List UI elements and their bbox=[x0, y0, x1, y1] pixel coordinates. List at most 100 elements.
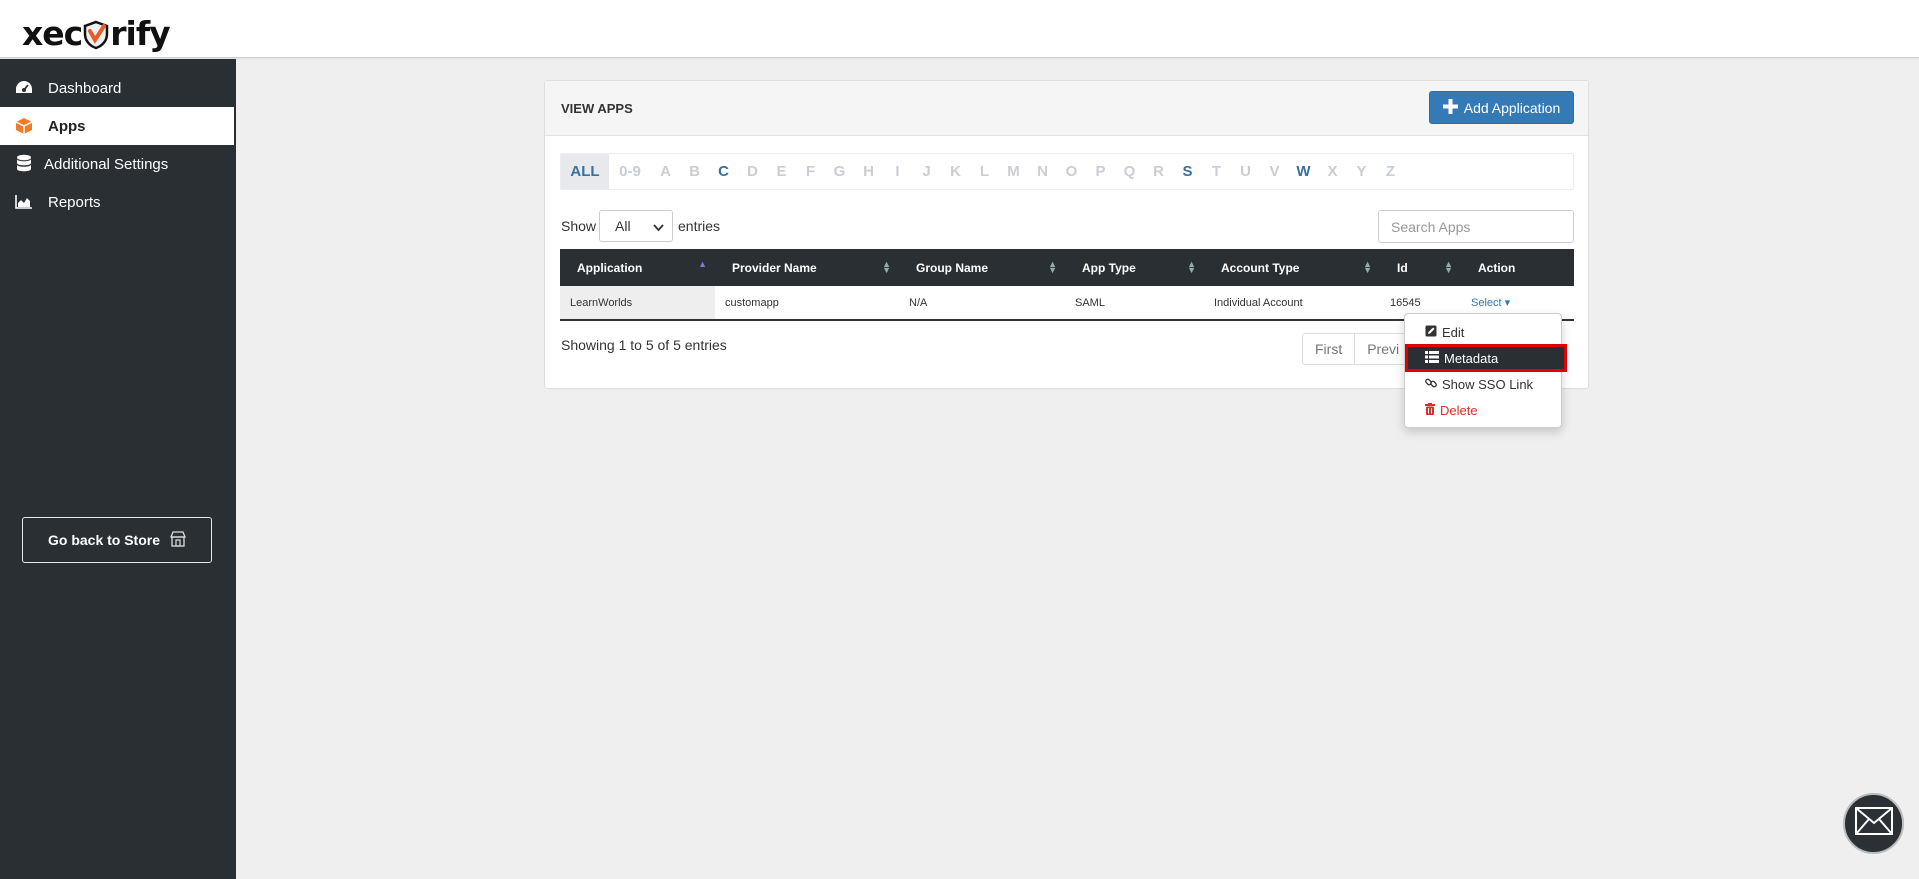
sort-icon: ▲▼ bbox=[1444, 261, 1453, 273]
table-info: Showing 1 to 5 of 5 entries bbox=[561, 337, 727, 353]
alphabet-filter-j[interactable]: J bbox=[912, 154, 941, 189]
alphabet-filter-h[interactable]: H bbox=[854, 154, 883, 189]
edit-icon bbox=[1425, 325, 1437, 340]
alphabet-filter-s[interactable]: S bbox=[1173, 154, 1202, 189]
alphabet-filter-d[interactable]: D bbox=[738, 154, 767, 189]
menu-item-edit[interactable]: Edit bbox=[1405, 320, 1561, 344]
add-application-label: Add Application bbox=[1464, 100, 1561, 116]
sort-icon: ▲▼ bbox=[1048, 261, 1057, 273]
cell-application: LearnWorlds bbox=[560, 286, 715, 320]
sidebar-item-additional-settings[interactable]: Additional Settings bbox=[0, 145, 234, 183]
store-button-label: Go back to Store bbox=[48, 532, 160, 548]
alphabet-filter-a[interactable]: A bbox=[651, 154, 680, 189]
caret-down-icon: ▾ bbox=[1505, 297, 1511, 309]
action-select-dropdown[interactable]: Select ▾ bbox=[1471, 297, 1510, 309]
sidebar-item-label: Apps bbox=[48, 118, 86, 135]
alphabet-filter: ALL0-9ABCDEFGHIJKLMNOPQRSTUVWXYZ bbox=[560, 153, 1574, 190]
menu-item-show-sso-link[interactable]: Show SSO Link bbox=[1405, 372, 1561, 396]
alphabet-filter-x[interactable]: X bbox=[1318, 154, 1347, 189]
database-icon bbox=[14, 154, 34, 174]
alphabet-filter-r[interactable]: R bbox=[1144, 154, 1173, 189]
logo-text-left: xec bbox=[22, 14, 82, 53]
alphabet-filter-b[interactable]: B bbox=[680, 154, 709, 189]
alphabet-filter-k[interactable]: K bbox=[941, 154, 970, 189]
box-icon bbox=[14, 116, 34, 136]
list-icon bbox=[1425, 351, 1439, 366]
sort-icon: ▲▼ bbox=[1187, 261, 1196, 273]
column-header-id[interactable]: Id ▲▼ bbox=[1380, 249, 1461, 286]
menu-item-label: Delete bbox=[1440, 403, 1478, 418]
apps-table: Application▲ Provider Name ▲▼ Group Name▲… bbox=[560, 249, 1574, 321]
alphabet-filter-m[interactable]: M bbox=[999, 154, 1028, 189]
action-dropdown-menu: Edit Metadata Show SSO Link Delete bbox=[1404, 313, 1562, 428]
panel-header: VIEW APPS Add Application bbox=[545, 81, 1588, 136]
mail-icon bbox=[1855, 807, 1893, 840]
alphabet-filter-v[interactable]: V bbox=[1260, 154, 1289, 189]
column-label: Action bbox=[1478, 261, 1515, 275]
entries-label: entries bbox=[678, 218, 720, 234]
menu-item-delete[interactable]: Delete bbox=[1405, 398, 1561, 422]
alphabet-filter-u[interactable]: U bbox=[1231, 154, 1260, 189]
alphabet-filter-p[interactable]: P bbox=[1086, 154, 1115, 189]
menu-item-label: Metadata bbox=[1444, 351, 1498, 366]
column-header-group-name[interactable]: Group Name▲▼ bbox=[899, 249, 1065, 286]
column-label: Application bbox=[577, 261, 642, 275]
alphabet-filter-y[interactable]: Y bbox=[1347, 154, 1376, 189]
alphabet-filter-l[interactable]: L bbox=[970, 154, 999, 189]
alphabet-filter-q[interactable]: Q bbox=[1115, 154, 1144, 189]
table-header-row: Application▲ Provider Name ▲▼ Group Name▲… bbox=[560, 249, 1574, 286]
shield-logo-icon bbox=[83, 19, 109, 49]
sidebar-item-dashboard[interactable]: Dashboard bbox=[0, 69, 234, 107]
column-header-account-type[interactable]: Account Type▲▼ bbox=[1204, 249, 1380, 286]
entries-length-select[interactable]: All bbox=[599, 210, 673, 242]
trash-icon bbox=[1425, 403, 1435, 418]
sidebar-item-reports[interactable]: Reports bbox=[0, 183, 234, 221]
column-label: Account Type bbox=[1221, 261, 1299, 275]
menu-item-label: Edit bbox=[1442, 325, 1464, 340]
cell-app-type: SAML bbox=[1065, 286, 1204, 320]
alphabet-filter-g[interactable]: G bbox=[825, 154, 854, 189]
alphabet-filter-e[interactable]: E bbox=[767, 154, 796, 189]
sidebar-item-apps[interactable]: Apps bbox=[0, 107, 234, 145]
alphabet-filter-z[interactable]: Z bbox=[1376, 154, 1405, 189]
chevron-down-icon bbox=[653, 220, 664, 236]
column-label: Id bbox=[1397, 261, 1408, 275]
alphabet-filter-w[interactable]: W bbox=[1289, 154, 1318, 189]
menu-item-metadata[interactable]: Metadata bbox=[1407, 346, 1565, 370]
link-icon bbox=[1425, 377, 1437, 392]
panel-title: VIEW APPS bbox=[561, 101, 633, 116]
alphabet-filter-all[interactable]: ALL bbox=[561, 154, 609, 189]
menu-item-label: Show SSO Link bbox=[1442, 377, 1533, 392]
alphabet-filter-o[interactable]: O bbox=[1057, 154, 1086, 189]
column-header-application[interactable]: Application▲ bbox=[560, 249, 715, 286]
column-label: Provider Name bbox=[732, 261, 817, 275]
add-application-button[interactable]: Add Application bbox=[1429, 91, 1574, 124]
action-select-label: Select bbox=[1471, 297, 1502, 309]
sidebar-item-label: Dashboard bbox=[48, 80, 121, 97]
alphabet-filter-i[interactable]: I bbox=[883, 154, 912, 189]
column-label: App Type bbox=[1082, 261, 1136, 275]
logo-text-right: rify bbox=[110, 14, 169, 53]
sidebar-item-label: Additional Settings bbox=[44, 156, 168, 173]
chart-icon bbox=[14, 192, 34, 212]
pagination-first[interactable]: First bbox=[1303, 334, 1355, 364]
sidebar: Dashboard Apps Additional Settings Repor… bbox=[0, 59, 236, 879]
store-icon bbox=[170, 531, 186, 550]
cell-account-type: Individual Account bbox=[1204, 286, 1380, 320]
brand-logo[interactable]: xec rify bbox=[22, 14, 170, 52]
alphabet-filter-t[interactable]: T bbox=[1202, 154, 1231, 189]
search-apps-input[interactable] bbox=[1378, 210, 1574, 243]
alphabet-filter-n[interactable]: N bbox=[1028, 154, 1057, 189]
contact-mail-button[interactable] bbox=[1843, 793, 1904, 854]
alphabet-filter-0-9[interactable]: 0-9 bbox=[609, 154, 651, 189]
column-header-provider-name[interactable]: Provider Name ▲▼ bbox=[715, 249, 899, 286]
sidebar-item-label: Reports bbox=[48, 194, 101, 211]
dashboard-icon bbox=[14, 78, 34, 98]
cell-group: N/A bbox=[899, 286, 1065, 320]
column-header-action: Action bbox=[1461, 249, 1574, 286]
column-header-app-type[interactable]: App Type ▲▼ bbox=[1065, 249, 1204, 286]
alphabet-filter-c[interactable]: C bbox=[709, 154, 738, 189]
go-back-to-store-button[interactable]: Go back to Store bbox=[22, 517, 212, 563]
sort-icon: ▲▼ bbox=[882, 261, 891, 273]
alphabet-filter-f[interactable]: F bbox=[796, 154, 825, 189]
